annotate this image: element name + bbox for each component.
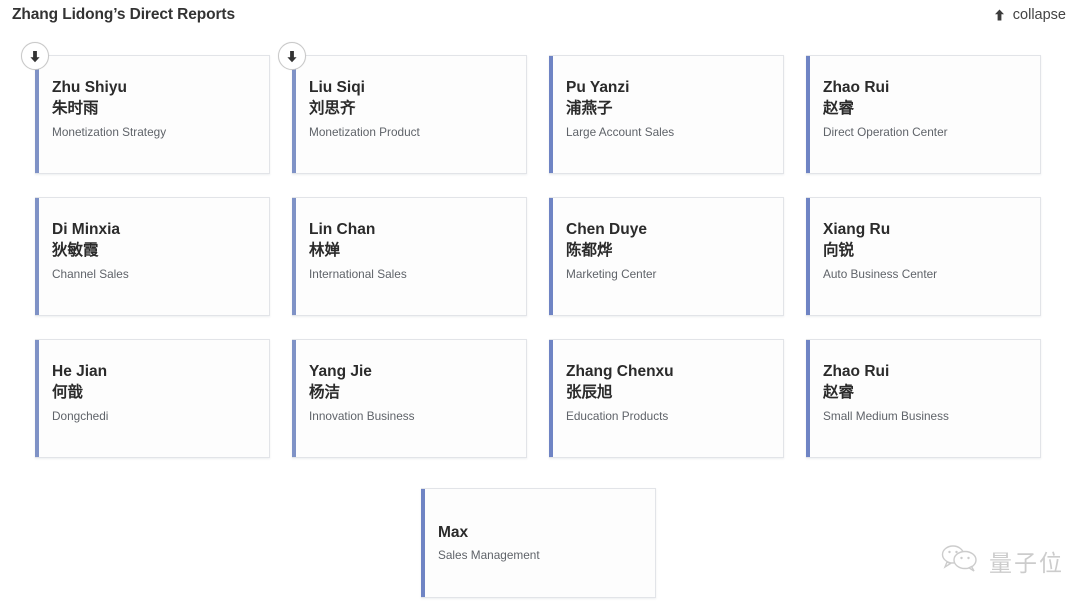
person-card[interactable]: Yang Jie 杨洁 Innovation Business — [292, 339, 527, 458]
person-department: Large Account Sales — [566, 124, 675, 139]
person-card[interactable]: Max Sales Management — [421, 488, 656, 598]
person-name-en: Liu Siqi — [309, 79, 365, 96]
person-department: Monetization Product — [309, 124, 420, 139]
person-department: Auto Business Center — [823, 266, 938, 281]
person-name-cn: 赵睿 — [823, 383, 855, 401]
person-card[interactable]: Chen Duye 陈都烨 Marketing Center — [549, 197, 784, 316]
person-name-cn: 刘思齐 — [309, 99, 356, 117]
collapse-button[interactable]: collapse — [993, 7, 1066, 23]
page-title: Zhang Lidong’s Direct Reports — [12, 6, 236, 24]
watermark: 量子位 — [940, 543, 1064, 578]
person-card[interactable]: Xiang Ru 向锐 Auto Business Center — [806, 197, 1041, 316]
person-name-cn: 陈都烨 — [566, 241, 613, 259]
watermark-text: 量子位 — [989, 550, 1064, 577]
person-name-cn: 朱时雨 — [52, 99, 99, 117]
arrow-up-icon — [993, 8, 1006, 22]
expand-children-button[interactable] — [21, 42, 49, 70]
person-card[interactable]: Zhao Rui 赵睿 Small Medium Business — [806, 339, 1041, 458]
person-department: Monetization Strategy — [52, 124, 167, 139]
person-name-cn: 张辰旭 — [566, 383, 613, 401]
person-card[interactable]: Di Minxia 狄敏霞 Channel Sales — [35, 197, 270, 316]
person-name-en: Di Minxia — [52, 221, 121, 238]
person-name-cn: 浦燕子 — [566, 99, 613, 117]
person-department: Marketing Center — [566, 266, 657, 281]
org-chart-page: Zhang Lidong’s Direct Reports collapse Z… — [0, 0, 1080, 604]
arrow-down-icon — [30, 50, 40, 62]
person-name-en: Xiang Ru — [823, 221, 891, 238]
person-card[interactable]: Zhang Chenxu 张辰旭 Education Products — [549, 339, 784, 458]
person-department: Small Medium Business — [823, 408, 949, 423]
person-card[interactable]: Lin Chan 林婵 International Sales — [292, 197, 527, 316]
person-department: International Sales — [309, 266, 407, 281]
collapse-label: collapse — [1012, 7, 1066, 23]
direct-reports-grid: Zhu Shiyu 朱时雨 Monetization Strategy Liu … — [21, 42, 1045, 458]
person-department: Channel Sales — [52, 266, 129, 281]
person-name-en: Yang Jie — [309, 363, 372, 380]
person-name-cn: 林婵 — [309, 241, 341, 259]
person-department: Direct Operation Center — [823, 124, 948, 139]
person-name-en: Zhu Shiyu — [52, 79, 127, 96]
person-name-en: Max — [438, 523, 469, 541]
bottom-card-container: Max Sales Management — [421, 488, 656, 598]
person-card[interactable]: Zhu Shiyu 朱时雨 Monetization Strategy — [21, 42, 270, 174]
person-card[interactable]: Pu Yanzi 浦燕子 Large Account Sales — [549, 55, 784, 174]
person-name-cn: 赵睿 — [823, 99, 855, 117]
person-department: Dongchedi — [52, 408, 109, 423]
person-name-en: Zhang Chenxu — [566, 363, 674, 380]
person-name-en: Pu Yanzi — [566, 79, 630, 96]
person-card[interactable]: He Jian 何戠 Dongchedi — [35, 339, 270, 458]
person-name-cn: 杨洁 — [309, 383, 341, 401]
person-department: Innovation Business — [309, 408, 415, 423]
person-name-cn: 狄敏霞 — [52, 241, 99, 259]
person-card[interactable]: Liu Siqi 刘思齐 Monetization Product — [278, 42, 527, 174]
wechat-logo-icon — [940, 543, 980, 578]
person-name-cn: 向锐 — [823, 241, 855, 259]
person-name-en: Chen Duye — [566, 221, 647, 238]
person-department: Sales Management — [438, 548, 540, 563]
person-name-en: Zhao Rui — [823, 363, 890, 380]
page-header: Zhang Lidong’s Direct Reports collapse — [0, 0, 1080, 30]
expand-children-button[interactable] — [278, 42, 306, 70]
person-name-cn: 何戠 — [52, 383, 84, 401]
person-name-en: He Jian — [52, 363, 108, 380]
person-name-en: Lin Chan — [309, 221, 376, 238]
arrow-down-icon — [287, 50, 297, 62]
person-name-en: Zhao Rui — [823, 79, 890, 96]
person-department: Education Products — [566, 408, 669, 423]
person-card[interactable]: Zhao Rui 赵睿 Direct Operation Center — [806, 55, 1041, 174]
